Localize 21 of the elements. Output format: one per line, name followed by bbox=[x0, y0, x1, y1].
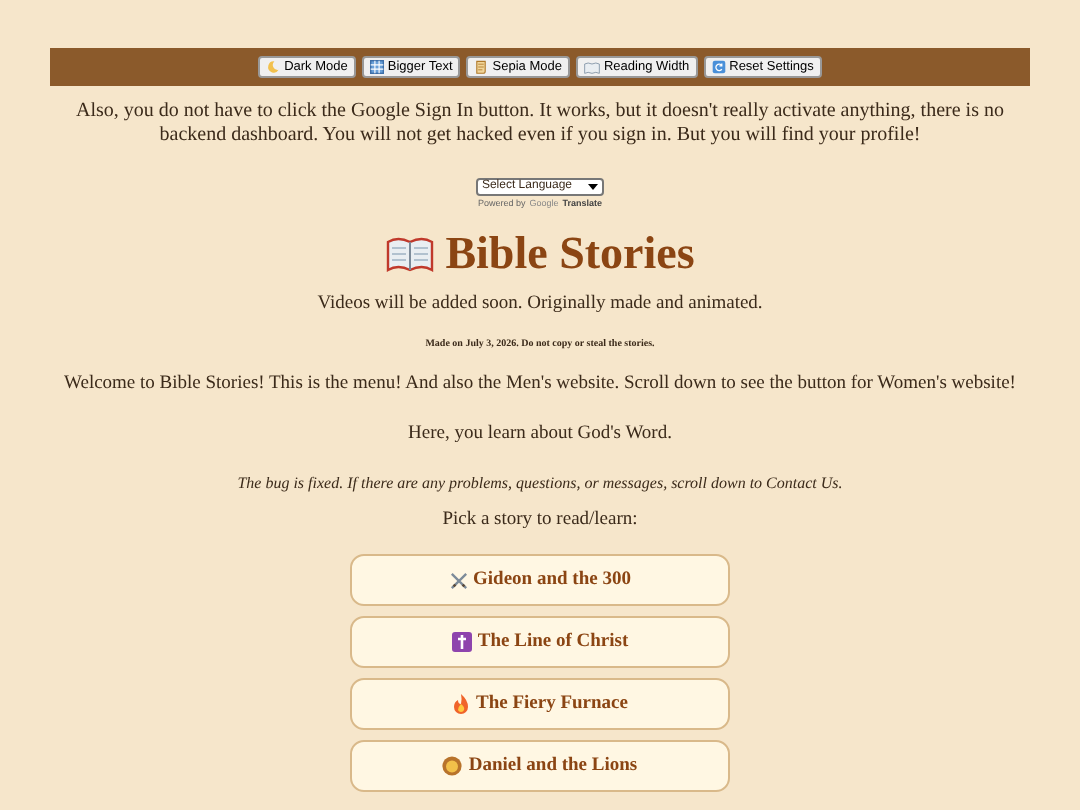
open-book-icon bbox=[385, 235, 434, 272]
pick-story-text: Pick a story to read/learn: bbox=[442, 508, 638, 534]
scroll-icon bbox=[474, 60, 489, 74]
grid-icon bbox=[369, 60, 384, 74]
subtitle-text: Videos will be added soon. Originally made and animated. bbox=[317, 291, 763, 318]
learn-text: Here, you learn about God's Word. bbox=[408, 421, 672, 448]
chevron-icon bbox=[588, 184, 599, 190]
moon-icon bbox=[266, 60, 281, 74]
story-button[interactable]: Daniel and the Lions bbox=[350, 740, 730, 793]
notice-text: Also, you do not have to click the Google Sign In button. It works, but it doesn't really activate anything, there is no backend dashboard. You will not get hacked even if you sign in. But you will find your profile! bbox=[74, 100, 1006, 148]
flame-icon bbox=[452, 694, 470, 715]
open-book-icon bbox=[583, 61, 600, 73]
story-button[interactable]: The Fiery Furnace bbox=[350, 678, 730, 731]
page-title: Bible Stories bbox=[445, 227, 695, 280]
crossed-swords-icon bbox=[449, 571, 468, 590]
bug-note-text: The bug is fixed. If there are any problems, questions, or messages, scroll down to Contact Us. bbox=[237, 472, 843, 496]
welcome-text: Welcome to Bible Stories! This is the menu! And also the Men's website. Scroll down to see the button for Women's website! bbox=[64, 371, 1016, 397]
story-button[interactable]: Gideon and the 300 bbox=[350, 554, 730, 607]
cross-icon bbox=[451, 632, 472, 653]
reset-icon bbox=[711, 60, 726, 74]
story-button[interactable]: The Line of Christ bbox=[350, 616, 730, 669]
